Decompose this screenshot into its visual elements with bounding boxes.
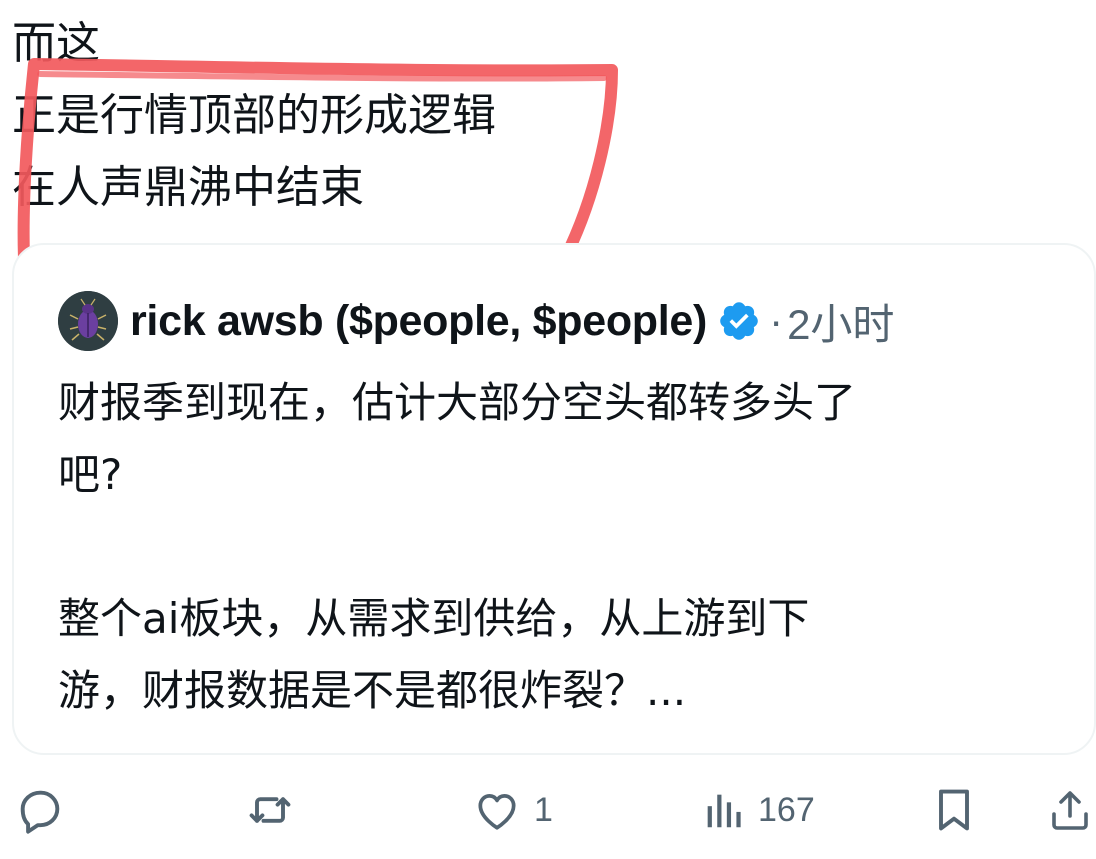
reply-button[interactable] (14, 770, 66, 850)
bookmark-button[interactable] (928, 770, 980, 850)
views-count: 167 (758, 790, 815, 829)
like-button[interactable]: 1 (472, 770, 553, 850)
quoted-post-header: rick awsb ($people, $people) · 2小时 (58, 289, 894, 353)
quoted-post-line: 游，财报数据是不是都很炸裂？... (58, 666, 687, 715)
quoted-post-line: 财报季到现在，估计大部分空头都转多头了 (58, 378, 857, 427)
share-icon (1052, 791, 1088, 830)
like-count: 1 (534, 790, 553, 829)
post-line: 正是行情顶部的形成逻辑 (12, 90, 496, 141)
beetle-icon (58, 291, 118, 351)
bookmark-icon (939, 789, 969, 831)
action-bar: 1 167 (0, 770, 1096, 850)
reply-icon (20, 790, 60, 834)
retweet-icon (249, 797, 291, 823)
author-name[interactable]: rick awsb ($people, $people) (130, 297, 707, 346)
verified-badge-icon (717, 299, 761, 343)
views-button[interactable]: 167 (700, 770, 815, 850)
heart-icon (478, 793, 516, 830)
views-icon (707, 794, 741, 828)
post-text: 而这 正是行情顶部的形成逻辑 在人声鼎沸中结束 (12, 8, 652, 224)
share-button[interactable] (1046, 770, 1094, 850)
quoted-post-card[interactable]: rick awsb ($people, $people) · 2小时 财报季到现… (12, 243, 1096, 755)
meta-separator: · (769, 297, 784, 344)
post-timestamp[interactable]: 2小时 (787, 291, 894, 352)
quoted-post-line: 整个ai板块，从需求到供给，从上游到下 (58, 594, 810, 643)
avatar[interactable] (58, 291, 118, 351)
retweet-button[interactable] (244, 770, 296, 850)
post-line: 在人声鼎沸中结束 (12, 162, 364, 213)
post-line: 而这 (12, 18, 100, 69)
quoted-post-body: 财报季到现在，估计大部分空头都转多头了 吧? 整个ai板块，从需求到供给，从上游… (58, 367, 1048, 727)
quoted-post-line: 吧? (58, 450, 123, 499)
